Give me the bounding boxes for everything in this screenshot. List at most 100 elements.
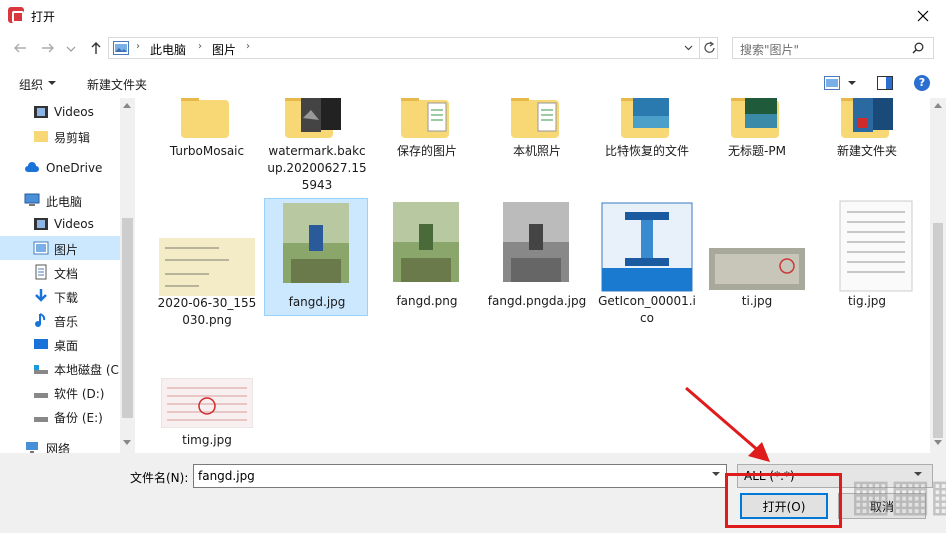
nav-scrollbar[interactable] [120,98,135,453]
scroll-up-arrow[interactable] [934,103,942,108]
file-name: 2020-06-30_155030.png [157,296,257,327]
nav-label: Videos [54,105,94,119]
refresh-icon [704,41,715,53]
scroll-down-arrow[interactable] [934,440,942,445]
view-mode-icon[interactable] [824,76,840,90]
nav-label: 备份 (E:) [54,411,103,425]
preview-pane-icon[interactable] [877,76,893,90]
file-item[interactable]: 比特恢复的文件 [595,98,699,168]
back-arrow-icon[interactable] [12,40,28,56]
video-icon [34,218,48,230]
file-list-scrollbar[interactable] [930,98,946,453]
nav-item-downloads[interactable]: 下载 [0,284,120,308]
new-folder-button[interactable]: 新建文件夹 [87,76,147,93]
folder-icon [34,131,48,142]
scroll-up-arrow[interactable] [123,103,131,108]
up-arrow-icon[interactable] [88,40,104,56]
nav-item-desktop[interactable]: 桌面 [0,332,120,356]
drive-icon [34,365,48,374]
close-button[interactable] [900,0,946,32]
file-item[interactable]: GetIcon_00001.ico [595,198,699,338]
file-name: GetIcon_00001.ico [598,294,696,325]
file-item[interactable]: tig.jpg [815,198,919,316]
file-item[interactable]: 2020-06-30_155030.png [155,198,259,338]
nav-item-documents[interactable]: 文档 [0,260,120,284]
nav-item-this-pc[interactable]: 此电脑 [0,188,120,212]
file-name: fangd.png [396,294,458,308]
nav-item-onedrive[interactable]: OneDrive [0,156,120,180]
file-item-selected[interactable]: fangd.jpg [264,198,368,316]
file-item[interactable]: fangd.pngda.jpg [485,198,589,338]
breadcrumb-this-pc[interactable]: 此电脑 [150,41,186,58]
image-thumbnail [159,238,255,296]
breadcrumb-separator: › [198,41,202,52]
filename-value[interactable]: fangd.jpg [198,469,255,483]
breadcrumb-pictures[interactable]: 图片 [212,41,236,58]
nav-label: 桌面 [54,339,79,353]
filename-label: 文件名(N): [130,471,189,485]
recent-dropdown-icon[interactable] [66,44,76,54]
file-item[interactable]: 新建文件夹 [815,98,919,168]
nav-label: Videos [54,217,94,231]
pictures-folder-icon [113,41,129,55]
nav-label: 图片 [54,243,79,257]
file-item[interactable]: 无标题-PM [705,98,809,168]
organize-dropdown-icon[interactable] [48,81,56,85]
file-item[interactable]: watermark.bakcup.20200627.155943 [265,98,369,198]
breadcrumb-separator: › [136,41,140,52]
document-thumbnail-icon [427,102,447,132]
photo-thumbnail-icon [853,98,893,132]
filename-input[interactable] [193,464,727,488]
drive-icon [34,393,48,398]
address-dropdown-button[interactable] [680,37,697,59]
scrollbar-thumb[interactable] [933,223,943,438]
photo-thumbnail-icon [633,98,669,128]
breadcrumb-separator: › [246,41,250,52]
file-name: 比特恢复的文件 [604,144,689,158]
file-item[interactable]: TurboMosaic [155,98,259,168]
image-thumbnail [161,378,253,428]
search-input[interactable]: 搜索"图片" [740,41,799,58]
nav-item-music[interactable]: 音乐 [0,308,120,332]
file-name: watermark.bakcup.20200627.155943 [267,144,367,192]
nav-item-pictures[interactable]: 图片 [0,236,120,260]
help-icon[interactable]: ? [914,75,930,91]
folder-icon [181,98,229,138]
scrollbar-thumb[interactable] [122,218,133,418]
organize-menu[interactable]: 组织 [19,76,43,93]
image-thumbnail [839,200,913,292]
nav-item-yijianji[interactable]: 易剪辑 [0,124,120,148]
chevron-down-icon [684,45,693,51]
file-name: ti.jpg [741,294,773,308]
image-thumbnail [503,202,569,282]
nav-item-drive-c[interactable]: 本地磁盘 (C [0,356,120,380]
image-thumbnail [393,202,459,282]
view-dropdown-icon[interactable] [848,81,856,85]
nav-item-videos-pc[interactable]: Videos [0,212,120,236]
file-item[interactable]: timg.jpg [155,370,259,450]
annotation-highlight-box [725,473,842,528]
nav-label: 易剪辑 [54,131,91,145]
nav-label: OneDrive [46,161,103,175]
nav-item-network[interactable]: 网络 [0,435,120,453]
file-name: timg.jpg [182,433,232,447]
search-icon[interactable] [912,42,924,54]
nav-label: 文档 [54,267,79,281]
desktop-icon [34,339,48,349]
file-item[interactable]: 保存的图片 [375,98,479,168]
scroll-down-arrow[interactable] [123,440,131,445]
watermark-logo: ▦▦▦ [850,470,946,521]
download-icon [35,289,47,302]
nav-item-drive-d[interactable]: 软件 (D:) [0,380,120,404]
image-thumbnail [283,203,349,283]
file-item[interactable]: fangd.png [375,198,479,316]
window-title: 打开 [31,10,56,24]
nav-item-drive-e[interactable]: 备份 (E:) [0,404,120,428]
filename-dropdown-icon[interactable] [712,472,720,476]
refresh-button[interactable] [699,37,719,59]
forward-arrow-icon[interactable] [40,40,56,56]
file-item[interactable]: ti.jpg [705,198,809,316]
file-item[interactable]: 本机照片 [485,98,589,168]
title-bar: 打开 [0,0,946,32]
nav-item-videos[interactable]: Videos [0,100,120,124]
